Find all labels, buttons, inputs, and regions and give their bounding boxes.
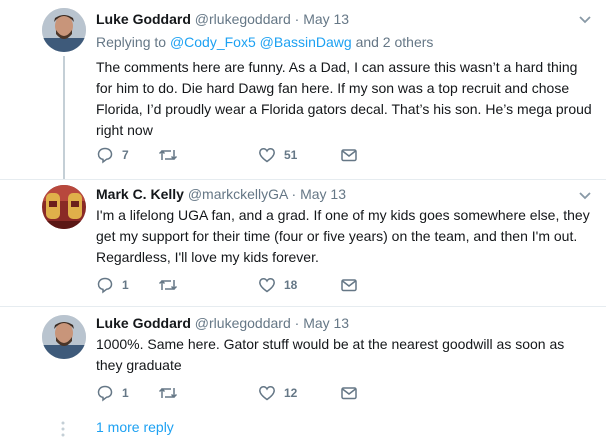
thread-dots-icon bbox=[61, 421, 65, 437]
like-count: 12 bbox=[284, 386, 298, 400]
replying-to-label: Replying to bbox=[96, 34, 167, 50]
tweet-text: The comments here are funny. As a Dad, I… bbox=[96, 59, 592, 138]
display-name[interactable]: Luke Goddard bbox=[96, 11, 191, 27]
reply-button[interactable]: 7 bbox=[96, 146, 129, 164]
display-name[interactable]: Luke Goddard bbox=[96, 315, 191, 331]
separator: · bbox=[291, 186, 297, 202]
reply-button[interactable]: 1 bbox=[96, 276, 129, 294]
thread-connector bbox=[63, 56, 65, 180]
user-handle[interactable]: @rlukegoddard bbox=[195, 11, 291, 27]
reply-thread: Luke Goddard @rlukegoddard · May 13 Repl… bbox=[0, 0, 606, 443]
like-count: 51 bbox=[284, 148, 298, 162]
direct-message-button[interactable] bbox=[340, 276, 358, 294]
retweet-button[interactable] bbox=[158, 276, 186, 294]
reply-count: 1 bbox=[122, 278, 129, 292]
timestamp[interactable]: May 13 bbox=[300, 186, 346, 202]
direct-message-button[interactable] bbox=[340, 384, 358, 402]
retweet-icon bbox=[158, 149, 178, 161]
tweet-header: Mark C. Kelly @markckellyGA · May 13 bbox=[96, 185, 592, 204]
retweet-icon bbox=[158, 387, 178, 399]
like-count: 18 bbox=[284, 278, 298, 292]
user-handle[interactable]: @rlukegoddard bbox=[195, 315, 291, 331]
retweet-button[interactable] bbox=[158, 146, 186, 164]
reply-icon bbox=[97, 277, 113, 294]
chevron-down-icon[interactable] bbox=[576, 10, 594, 28]
retweet-button[interactable] bbox=[158, 384, 186, 402]
reply-button[interactable]: 1 bbox=[96, 384, 129, 402]
direct-message-button[interactable] bbox=[340, 146, 358, 164]
avatar[interactable] bbox=[42, 315, 86, 359]
heart-icon bbox=[259, 148, 275, 163]
separator: · bbox=[294, 11, 300, 27]
retweet-icon bbox=[158, 279, 178, 291]
separator: · bbox=[294, 315, 300, 331]
display-name[interactable]: Mark C. Kelly bbox=[96, 186, 184, 202]
show-more-replies-link[interactable]: 1 more reply bbox=[96, 419, 174, 435]
heart-icon bbox=[259, 386, 275, 401]
envelope-icon bbox=[341, 387, 357, 400]
tweet[interactable]: Mark C. Kelly @markckellyGA · May 13 I'm… bbox=[0, 180, 606, 306]
avatar[interactable] bbox=[42, 8, 86, 52]
tweet[interactable]: Luke Goddard @rlukegoddard · May 13 Repl… bbox=[0, 0, 606, 180]
tweet-text: 1000%. Same here. Gator stuff would be a… bbox=[96, 336, 565, 373]
tweet-text: I'm a lifelong UGA fan, and a grad. If o… bbox=[96, 207, 590, 265]
reply-icon bbox=[97, 385, 113, 402]
heart-icon bbox=[259, 278, 275, 293]
reply-icon bbox=[97, 147, 113, 164]
like-button[interactable]: 18 bbox=[258, 276, 297, 294]
tweet-header: Luke Goddard @rlukegoddard · May 13 bbox=[96, 10, 592, 29]
tweet[interactable]: Luke Goddard @rlukegoddard · May 13 1000… bbox=[0, 307, 606, 415]
timestamp[interactable]: May 13 bbox=[303, 11, 349, 27]
tweet-header: Luke Goddard @rlukegoddard · May 13 bbox=[96, 314, 592, 333]
avatar[interactable] bbox=[42, 185, 86, 229]
like-button[interactable]: 51 bbox=[258, 146, 297, 164]
others-link[interactable]: and 2 others bbox=[356, 34, 434, 50]
like-button[interactable]: 12 bbox=[258, 384, 297, 402]
envelope-icon bbox=[341, 149, 357, 162]
timestamp[interactable]: May 13 bbox=[303, 315, 349, 331]
envelope-icon bbox=[341, 279, 357, 292]
user-handle[interactable]: @markckellyGA bbox=[188, 186, 288, 202]
reply-count: 7 bbox=[122, 148, 129, 162]
replying-to: Replying to @Cody_Fox5 @BassinDawg and 2… bbox=[96, 33, 592, 52]
chevron-down-icon[interactable] bbox=[576, 186, 594, 204]
mention-link[interactable]: @BassinDawg bbox=[260, 34, 352, 50]
mention-link[interactable]: @Cody_Fox5 bbox=[170, 34, 256, 50]
reply-count: 1 bbox=[122, 386, 129, 400]
